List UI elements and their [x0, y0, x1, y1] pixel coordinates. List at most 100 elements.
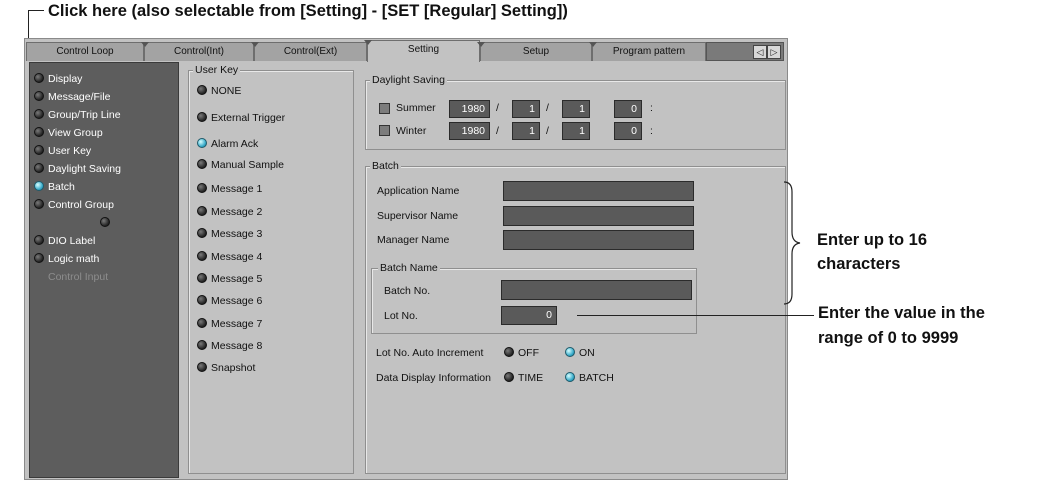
sidebar-item-label: View Group [48, 127, 103, 139]
option-label: Alarm Ack [211, 138, 259, 150]
manager-name-field[interactable] [503, 230, 694, 250]
data-display-info-batch[interactable]: BATCH [565, 372, 614, 385]
user-key-option-external-trigger[interactable]: External Trigger [197, 111, 285, 125]
radio-icon [100, 217, 110, 227]
option-label: Snapshot [211, 362, 256, 374]
sidebar-item-logic-math[interactable]: Logic math [34, 252, 99, 266]
tab-label: Setting [407, 44, 440, 55]
lot-auto-increment-on[interactable]: ON [565, 347, 595, 360]
option-label: OFF [518, 347, 539, 359]
tab-control-int[interactable]: Control(Int) [141, 42, 254, 61]
sidebar-item-display[interactable]: Display [34, 72, 82, 86]
user-key-option-snapshot[interactable]: Snapshot [197, 361, 255, 375]
summer-hour-field[interactable]: 0 [614, 100, 642, 118]
radio-selected-icon [197, 138, 207, 148]
sidebar-item-control-group[interactable]: Control Group [34, 198, 114, 212]
option-label: Message 1 [211, 183, 263, 195]
option-label: Message 6 [211, 295, 263, 307]
user-key-option-message-3[interactable]: Message 3 [197, 227, 262, 241]
supervisor-name-field[interactable] [503, 206, 694, 226]
radio-selected-icon [565, 372, 575, 382]
sidebar-item-unlabeled[interactable] [100, 216, 114, 230]
sidebar-item-label: Logic math [48, 253, 100, 265]
application-name-field[interactable] [503, 181, 694, 201]
tab-control-ext[interactable]: Control(Ext) [251, 42, 367, 61]
callout-line-top [28, 10, 44, 11]
radio-icon [504, 347, 514, 357]
winter-label: Winter [396, 125, 427, 137]
user-key-option-alarm-ack[interactable]: Alarm Ack [197, 137, 258, 151]
date-separator: / [546, 125, 549, 137]
batch-no-label: Batch No. [384, 285, 431, 297]
winter-checkbox[interactable] [379, 125, 390, 136]
data-display-info-time[interactable]: TIME [504, 372, 543, 385]
user-key-option-message-2[interactable]: Message 2 [197, 205, 262, 219]
tab-setup[interactable]: Setup [477, 42, 592, 61]
sidebar-item-batch[interactable]: Batch [34, 180, 75, 194]
radio-icon [197, 251, 207, 261]
sidebar-item-label: Batch [48, 181, 75, 193]
sidebar-item-label: Daylight Saving [48, 163, 121, 175]
tab-setting[interactable]: Setting [364, 40, 480, 62]
user-key-option-manual-sample[interactable]: Manual Sample [197, 158, 284, 172]
user-key-option-message-6[interactable]: Message 6 [197, 294, 262, 308]
radio-icon [197, 340, 207, 350]
radio-icon [34, 127, 44, 137]
tab-scroll-right-button[interactable]: ▷ [767, 45, 781, 59]
radio-icon [197, 362, 207, 372]
user-key-option-message-1[interactable]: Message 1 [197, 182, 262, 196]
tab-label: Setup [522, 46, 550, 57]
sidebar-item-message-file[interactable]: Message/File [34, 90, 110, 104]
winter-day-field[interactable]: 1 [562, 122, 590, 140]
lot-no-field[interactable]: 0 [501, 306, 557, 325]
tab-program-pattern[interactable]: Program pattern [589, 42, 706, 61]
time-separator: : [650, 125, 653, 137]
tab-notch-icon [251, 42, 259, 47]
lot-auto-increment-off[interactable]: OFF [504, 347, 539, 360]
user-key-option-message-5[interactable]: Message 5 [197, 272, 262, 286]
top-annotation: Click here (also selectable from [Settin… [48, 2, 568, 20]
sidebar-item-group-trip-line[interactable]: Group/Trip Line [34, 108, 121, 122]
user-key-option-message-4[interactable]: Message 4 [197, 250, 262, 264]
sidebar-item-dio-label[interactable]: DIO Label [34, 234, 95, 248]
winter-year-field[interactable]: 1980 [449, 122, 490, 140]
tab-notch-icon [364, 40, 372, 45]
date-separator: / [496, 102, 499, 114]
radio-icon [34, 253, 44, 263]
lot-callout-line [577, 315, 814, 316]
option-label: Message 8 [211, 340, 263, 352]
lot-auto-increment-label: Lot No. Auto Increment [376, 347, 484, 359]
winter-month-field[interactable]: 1 [512, 122, 540, 140]
tab-control-loop[interactable]: Control Loop [26, 42, 144, 61]
radio-icon [34, 199, 44, 209]
sidebar-item-label: Message/File [48, 91, 111, 103]
batch-no-field[interactable] [501, 280, 692, 300]
tab-notch-icon [477, 42, 485, 47]
sidebar-item-user-key[interactable]: User Key [34, 144, 91, 158]
option-label: Message 2 [211, 206, 263, 218]
tab-notch-icon [141, 42, 149, 47]
summer-day-field[interactable]: 1 [562, 100, 590, 118]
radio-icon [34, 73, 44, 83]
sidebar-item-daylight-saving[interactable]: Daylight Saving [34, 162, 121, 176]
tab-scroll-left-button[interactable]: ◁ [753, 45, 767, 59]
tab-scroll-area: ◁ ▷ [706, 42, 784, 61]
radio-selected-icon [34, 181, 44, 191]
tab-label: Control(Ext) [283, 46, 338, 57]
supervisor-name-label: Supervisor Name [377, 210, 459, 222]
tab-notch-icon [589, 42, 597, 47]
user-key-option-none[interactable]: NONE [197, 84, 241, 98]
summer-year-field[interactable]: 1980 [449, 100, 490, 118]
user-key-option-message-7[interactable]: Message 7 [197, 317, 262, 331]
user-key-option-message-8[interactable]: Message 8 [197, 339, 262, 353]
radio-icon [197, 273, 207, 283]
winter-hour-field[interactable]: 0 [614, 122, 642, 140]
summer-checkbox[interactable] [379, 103, 390, 114]
option-label: External Trigger [211, 112, 286, 124]
tab-label: Control Loop [56, 46, 114, 57]
summer-month-field[interactable]: 1 [512, 100, 540, 118]
sidebar-item-label: Display [48, 73, 83, 85]
option-label: Message 7 [211, 318, 263, 330]
radio-icon [34, 109, 44, 119]
sidebar-item-view-group[interactable]: View Group [34, 126, 103, 140]
